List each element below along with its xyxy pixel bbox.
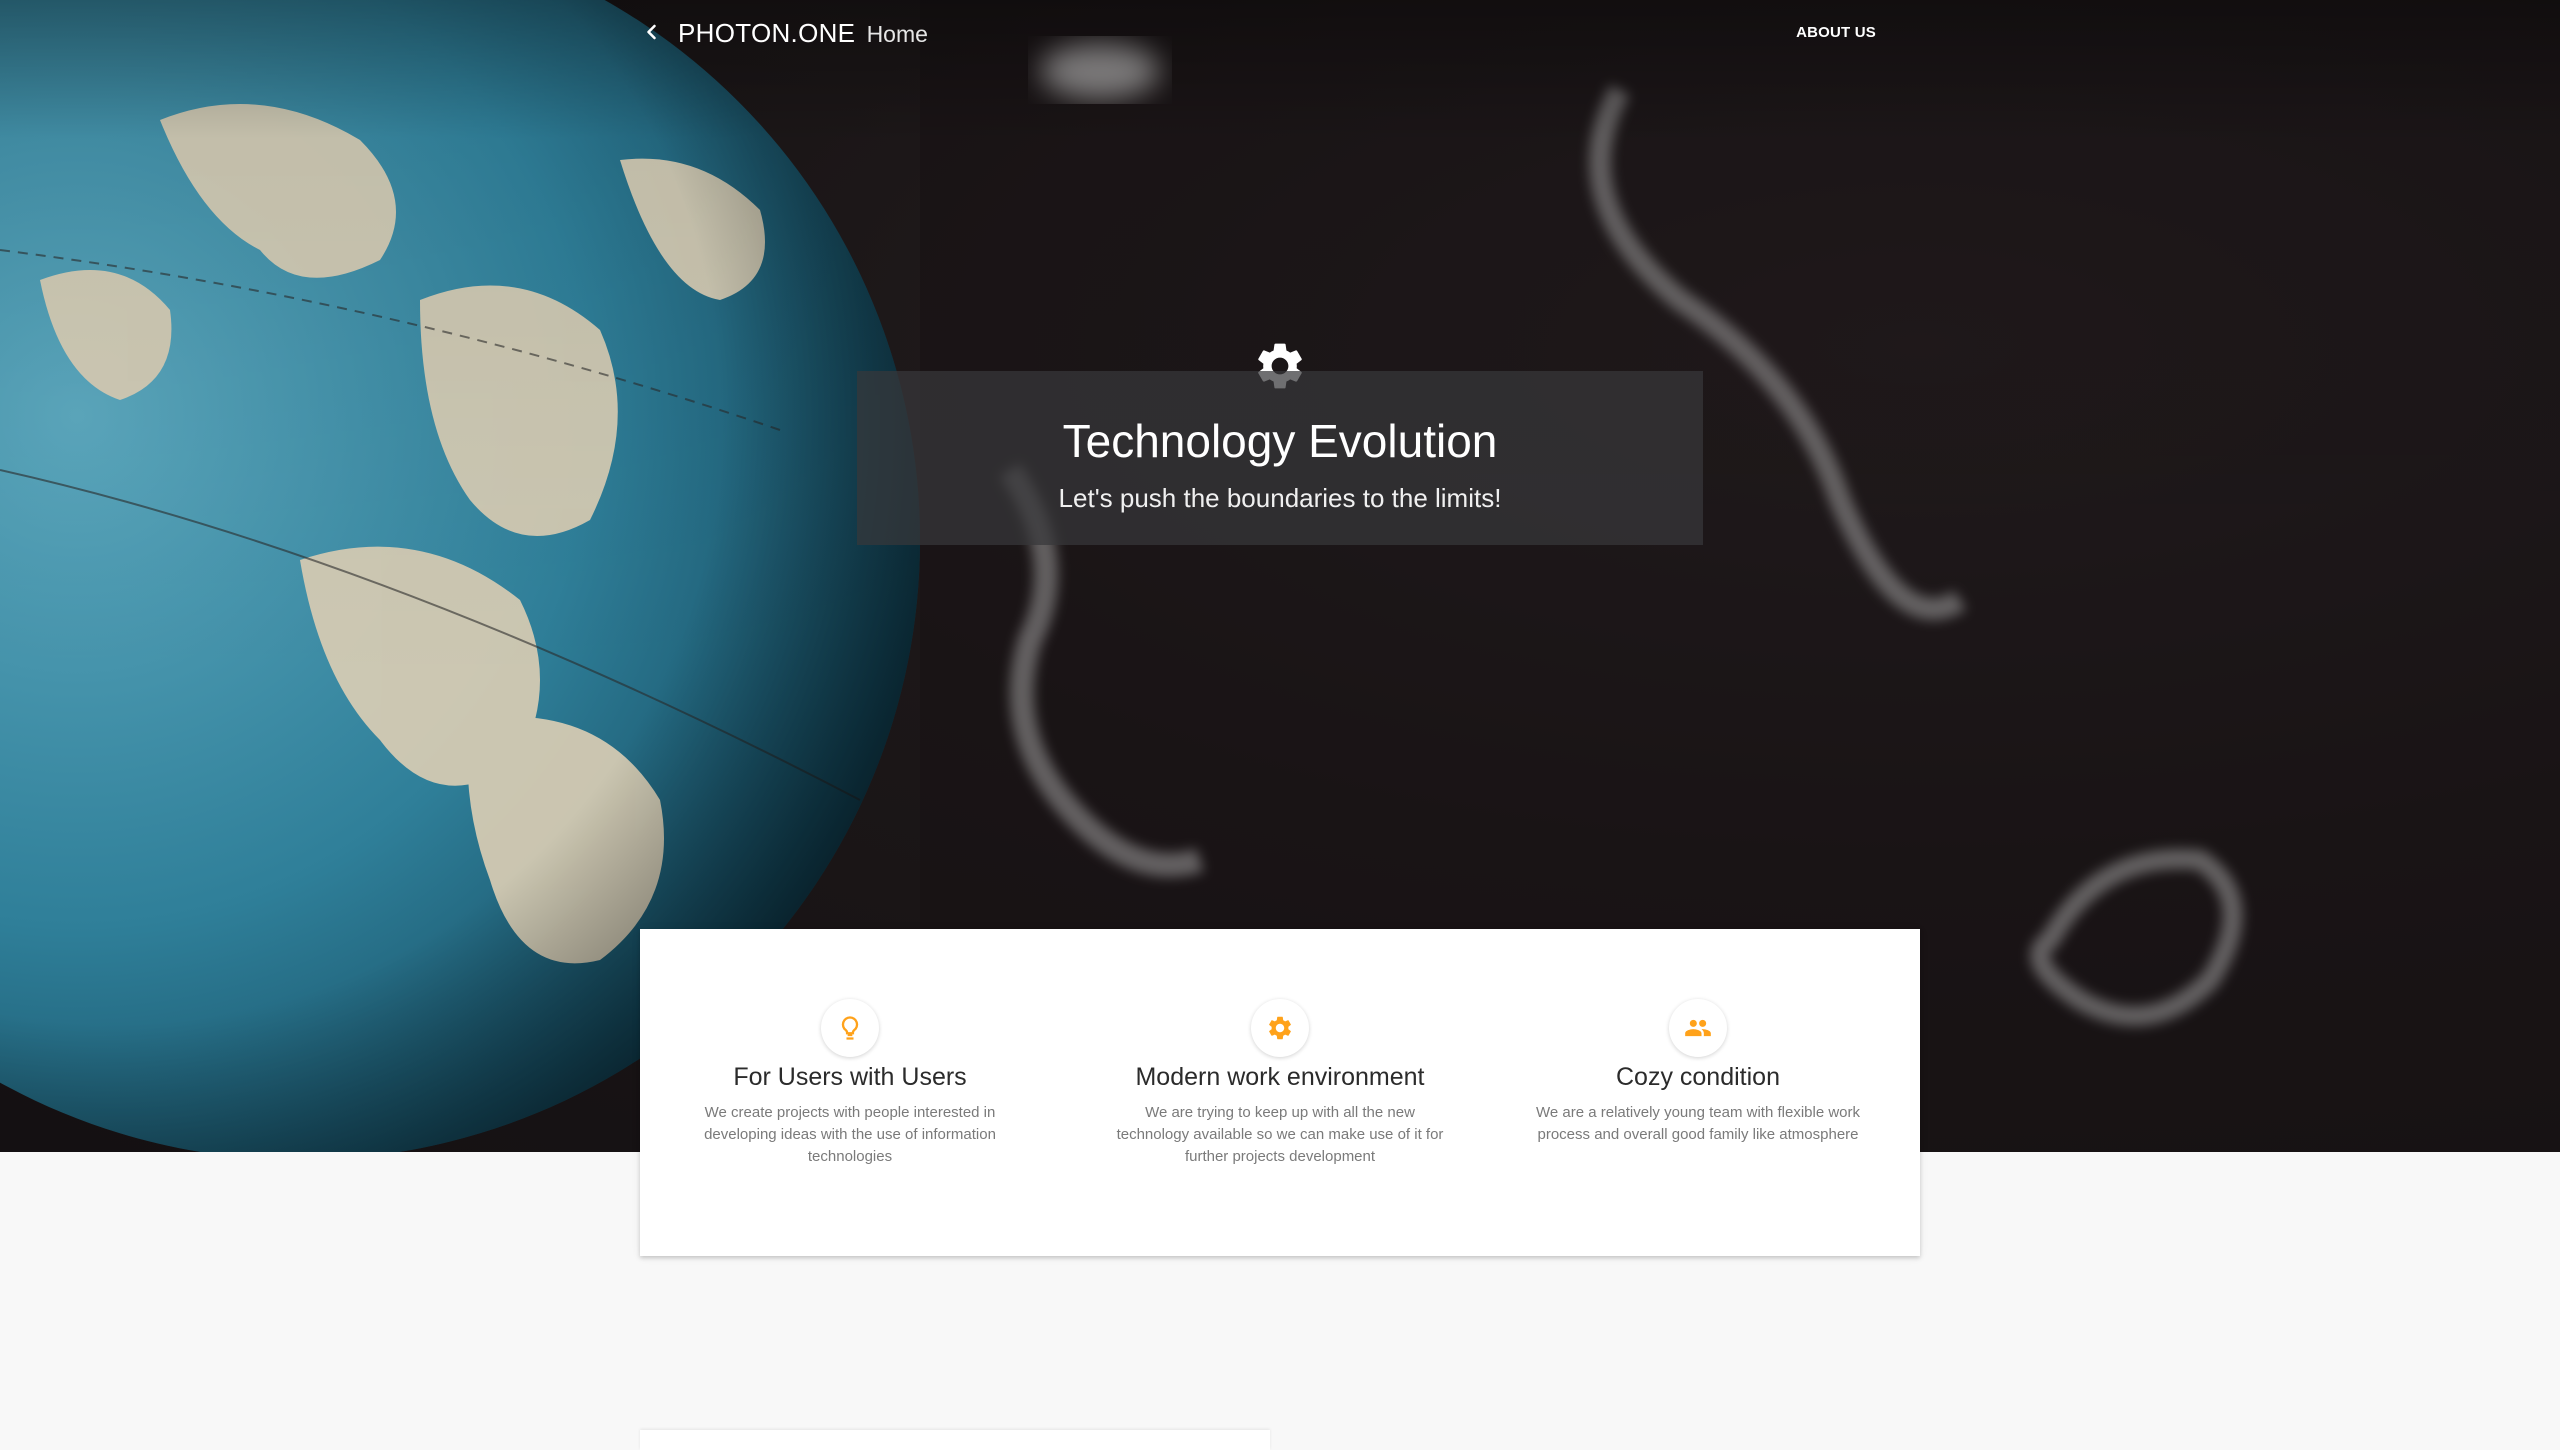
hero-title: Technology Evolution bbox=[1062, 415, 1498, 467]
feature-icon-circle bbox=[1669, 999, 1727, 1057]
feature-icon-circle bbox=[821, 999, 879, 1057]
feature-item: Cozy condition We are a relatively young… bbox=[1508, 929, 1888, 1256]
feature-title: Modern work environment bbox=[1135, 1063, 1425, 1091]
people-icon bbox=[1685, 1019, 1711, 1037]
brand-name: PHOTON.ONE bbox=[678, 18, 856, 48]
hero-subtitle: Let's push the boundaries to the limits! bbox=[1058, 483, 1502, 513]
feature-description: We are a relatively young team with flex… bbox=[1535, 1104, 1861, 1143]
gear-icon bbox=[1269, 1016, 1291, 1040]
feature-item: Modern work environment We are trying to… bbox=[1090, 929, 1470, 1256]
chevron-left-icon[interactable] bbox=[640, 20, 664, 44]
feature-description: We are trying to keep up with all the ne… bbox=[1116, 1104, 1444, 1165]
feature-item: For Users with Users We create projects … bbox=[660, 929, 1040, 1256]
features-card: For Users with Users We create projects … bbox=[640, 929, 1920, 1256]
feature-title: Cozy condition bbox=[1616, 1063, 1780, 1091]
brand[interactable]: PHOTON.ONE Home bbox=[678, 18, 928, 49]
feature-title: For Users with Users bbox=[733, 1063, 967, 1091]
feature-description: We create projects with people intereste… bbox=[704, 1104, 996, 1165]
next-section-card bbox=[640, 1430, 1270, 1450]
about-us-link[interactable]: ABOUT US bbox=[1796, 24, 1876, 41]
feature-icon-circle bbox=[1251, 999, 1309, 1057]
brand-page-label: Home bbox=[866, 21, 928, 47]
lightbulb-icon bbox=[841, 1016, 859, 1040]
top-navigation: PHOTON.ONE Home ABOUT US bbox=[640, 12, 1880, 52]
hero-panel: Technology Evolution Let's push the boun… bbox=[857, 371, 1703, 545]
